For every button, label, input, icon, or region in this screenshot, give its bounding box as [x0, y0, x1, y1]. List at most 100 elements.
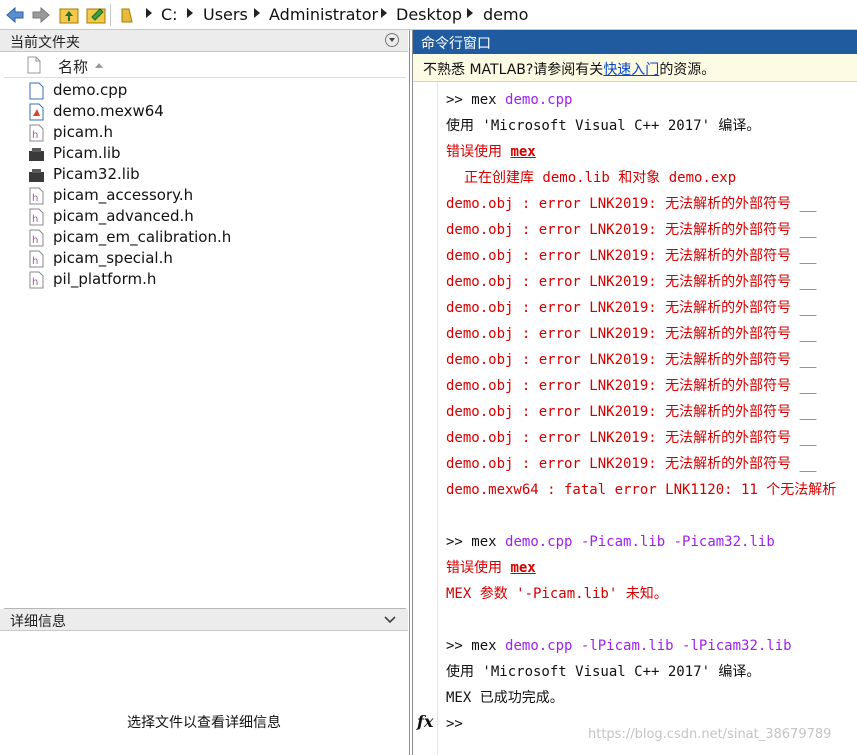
file-item[interactable]: h picam_advanced.h	[0, 206, 404, 227]
header-file-icon: h	[29, 229, 44, 247]
svg-text:h: h	[32, 277, 38, 288]
console-gutter	[413, 82, 438, 755]
file-item[interactable]: h picam_accessory.h	[0, 185, 404, 206]
output-line: 使用 'Microsoft Visual C++ 2017' 编译。	[446, 664, 761, 680]
panel-menu-button[interactable]	[385, 33, 399, 47]
svg-text:h: h	[32, 214, 38, 225]
breadcrumb-desktop[interactable]: Desktop	[396, 5, 462, 24]
panel-title: 当前文件夹	[10, 35, 80, 51]
svg-text:h: h	[32, 256, 38, 267]
chevron-right-icon	[187, 8, 193, 18]
file-name: demo.cpp	[53, 81, 128, 99]
command-line: >> mex demo.cpp	[446, 87, 857, 113]
command-name: mex	[471, 92, 497, 108]
file-name: picam_special.h	[53, 249, 173, 267]
lib-file-icon	[29, 148, 44, 161]
forward-button[interactable]	[31, 4, 51, 26]
chevron-right-icon	[381, 8, 387, 18]
fatal-error-line: demo.mexw64 : fatal error LNK1120: 11 个无…	[446, 482, 837, 498]
breadcrumb-users[interactable]: Users	[203, 5, 248, 24]
browse-folder-button[interactable]	[86, 4, 106, 26]
lnk-error-line: demo.obj : error LNK2019: 无法解析的外部符号 __	[446, 378, 817, 394]
chevron-down-icon[interactable]	[384, 615, 396, 625]
error-prefix: 错误使用	[446, 560, 502, 576]
divider	[110, 4, 111, 26]
mex-error-link[interactable]: mex	[510, 144, 535, 160]
file-name: picam.h	[53, 123, 114, 141]
error-prefix: 错误使用	[446, 144, 502, 160]
console-output[interactable]: >> mex demo.cpp 使用 'Microsoft Visual C++…	[446, 87, 857, 737]
file-name: Picam.lib	[53, 144, 121, 162]
command-name: mex	[471, 534, 497, 550]
prompt: >>	[446, 534, 463, 550]
command-args: demo.cpp -Picam.lib -Picam32.lib	[505, 534, 775, 550]
cpp-file-icon	[29, 82, 44, 100]
file-name: pil_platform.h	[53, 270, 157, 288]
name-column-label[interactable]: 名称	[58, 56, 88, 77]
function-browser-button[interactable]: fx	[417, 712, 433, 731]
lnk-error-line: demo.obj : error LNK2019: 无法解析的外部符号 __	[446, 430, 817, 446]
file-item[interactable]: h pil_platform.h	[0, 269, 404, 290]
arrow-right-icon	[32, 6, 50, 24]
header-file-icon: h	[29, 124, 44, 142]
output-line: MEX 已成功完成。	[446, 690, 564, 706]
prompt: >>	[446, 716, 463, 732]
lnk-error-line: demo.obj : error LNK2019: 无法解析的外部符号 __	[446, 404, 817, 420]
mex-file-icon	[29, 103, 44, 121]
file-item[interactable]: h picam.h	[0, 122, 404, 143]
breadcrumb-drive[interactable]: C:	[161, 5, 178, 24]
error-line: MEX 参数 '-Picam.lib' 未知。	[446, 586, 668, 602]
header-file-icon: h	[29, 250, 44, 268]
file-item[interactable]: Picam.lib	[0, 143, 404, 164]
file-type-column-icon	[27, 56, 41, 74]
banner-text-suffix: 的资源。	[659, 62, 716, 78]
file-name: picam_advanced.h	[53, 207, 194, 225]
file-list: demo.cpp demo.mexw64 h picam.h Picam.lib	[0, 80, 404, 290]
header-file-icon: h	[29, 271, 44, 289]
details-empty-message: 选择文件以查看详细信息	[127, 715, 281, 731]
getting-started-link[interactable]: 快速入门	[603, 62, 659, 78]
command-args: demo.cpp -lPicam.lib -lPicam32.lib	[505, 638, 792, 654]
header-file-icon: h	[29, 208, 44, 226]
file-name: Picam32.lib	[53, 165, 140, 183]
svg-text:h: h	[32, 193, 38, 204]
file-item[interactable]: demo.cpp	[0, 80, 404, 101]
file-item[interactable]: Picam32.lib	[0, 164, 404, 185]
address-bar: C: Users Administrator Desktop demo	[0, 0, 857, 30]
command-line: >> mex demo.cpp -Picam.lib -Picam32.lib	[446, 529, 857, 555]
file-item[interactable]: h picam_em_calibration.h	[0, 227, 404, 248]
current-folder-title-bar: 当前文件夹	[0, 30, 408, 52]
lib-file-icon	[29, 169, 44, 182]
sort-ascending-icon	[95, 63, 103, 68]
file-name: picam_em_calibration.h	[53, 228, 232, 246]
error-line: 正在创建库 demo.lib 和对象 demo.exp	[464, 170, 737, 186]
mex-error-link[interactable]: mex	[510, 560, 535, 576]
command-window-title-bar: 命令行窗口	[413, 30, 857, 54]
command-window-title: 命令行窗口	[421, 36, 491, 52]
file-item[interactable]: h picam_special.h	[0, 248, 404, 269]
file-item[interactable]: demo.mexw64	[0, 101, 404, 122]
folder-browse-icon	[86, 8, 106, 24]
current-folder-panel: 当前文件夹 名称 demo.cpp demo.mexw64 h picam.h …	[0, 30, 410, 755]
lnk-error-line: demo.obj : error LNK2019: 无法解析的外部符号 __	[446, 222, 817, 238]
svg-text:h: h	[32, 235, 38, 246]
back-button[interactable]	[5, 4, 25, 26]
command-name: mex	[471, 638, 497, 654]
up-folder-button[interactable]	[59, 4, 79, 26]
folder-up-icon	[59, 8, 79, 24]
breadcrumb-demo[interactable]: demo	[483, 5, 528, 24]
breadcrumb-administrator[interactable]: Administrator	[269, 5, 378, 24]
chevron-right-icon	[467, 8, 473, 18]
lnk-error-line: demo.obj : error LNK2019: 无法解析的外部符号 __	[446, 300, 817, 316]
command-args: demo.cpp	[505, 92, 573, 108]
prompt: >>	[446, 92, 463, 108]
column-header[interactable]: 名称	[4, 52, 406, 78]
lnk-error-line: demo.obj : error LNK2019: 无法解析的外部符号 __	[446, 196, 817, 212]
chevron-right-icon	[146, 8, 152, 18]
arrow-left-icon	[6, 6, 24, 24]
command-line: >> mex demo.cpp -lPicam.lib -lPicam32.li…	[446, 633, 857, 659]
details-title-bar[interactable]: 详细信息	[0, 609, 408, 631]
details-title: 详细信息	[10, 614, 66, 630]
